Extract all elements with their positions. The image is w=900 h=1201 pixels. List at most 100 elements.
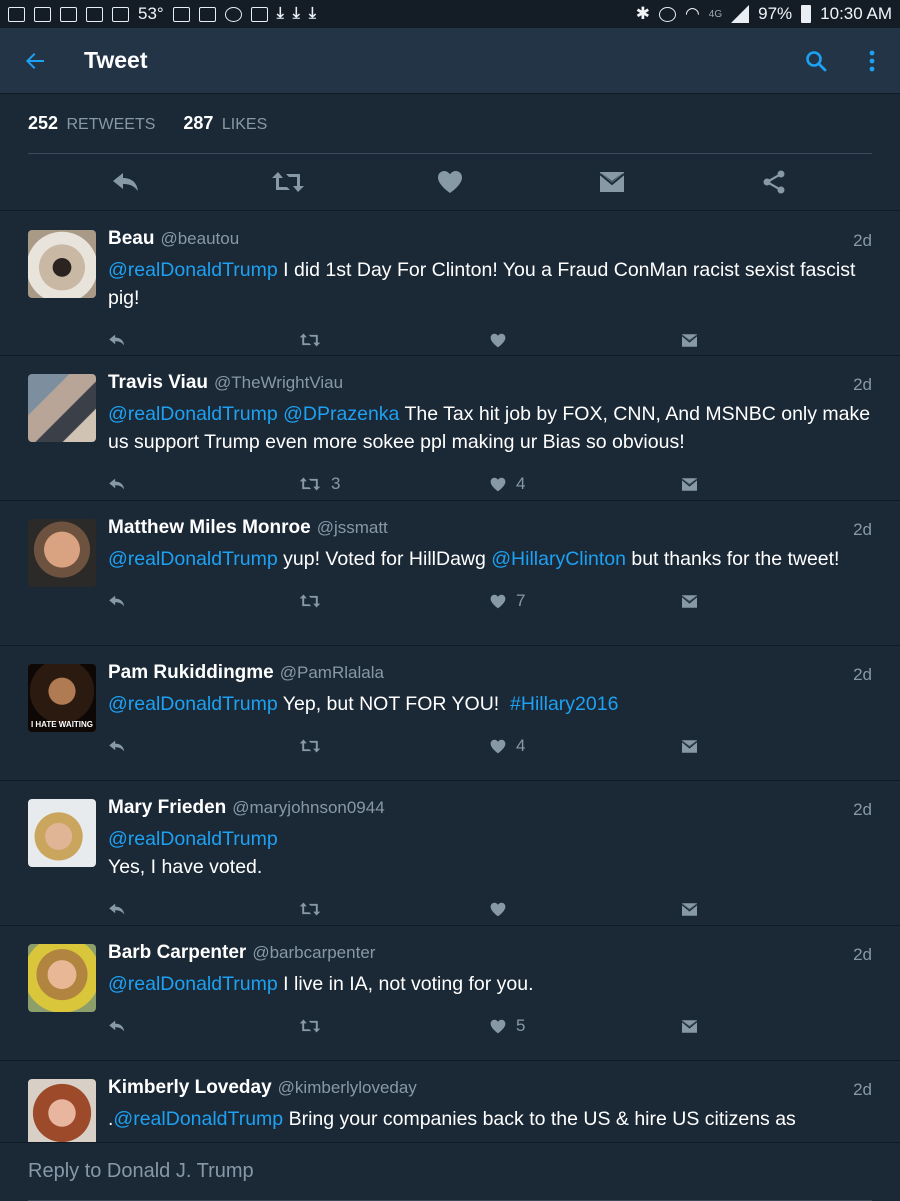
- like-button[interactable]: [430, 162, 470, 202]
- author-name[interactable]: Travis Viau: [108, 372, 208, 394]
- mention-link-2[interactable]: @HillaryClinton: [491, 548, 626, 570]
- reply-item[interactable]: Barb Carpenter @barbcarpenter @realDonal…: [0, 926, 900, 1061]
- retweets-stat[interactable]: 252 RETWEETS: [28, 113, 155, 134]
- reply-input[interactable]: Reply to Donald J. Trump: [28, 1143, 872, 1201]
- status-bar: 53° ⤓ ⤓ ⤓ ✱ ◠ 4G 97% 10:30 AM: [0, 0, 900, 28]
- timestamp: 2d: [853, 945, 872, 964]
- like-button[interactable]: 4: [490, 736, 681, 756]
- timestamp: 2d: [853, 375, 872, 394]
- reply-body-text: I live in IA, not voting for you.: [277, 973, 534, 995]
- message-button[interactable]: [681, 739, 872, 754]
- author-handle[interactable]: @TheWrightViau: [214, 373, 343, 393]
- reply-icon: [109, 595, 125, 607]
- more-vertical-icon: [869, 50, 875, 71]
- avatar[interactable]: [28, 230, 96, 298]
- retweet-icon: [299, 594, 321, 608]
- like-button[interactable]: 4: [490, 474, 681, 494]
- like-button[interactable]: 7: [490, 591, 681, 611]
- reply-item[interactable]: Beau @beautou @realDonaldTrump I did 1st…: [0, 212, 900, 356]
- avatar[interactable]: [28, 519, 96, 587]
- timestamp: 2d: [853, 800, 872, 819]
- reply-item[interactable]: Matthew Miles Monroe @jssmatt @realDonal…: [0, 501, 900, 646]
- reply-item[interactable]: I HATE WAITING Pam Rukiddingme @PamRlala…: [0, 646, 900, 781]
- author-handle[interactable]: @PamRlalala: [280, 663, 384, 683]
- hashtag-link[interactable]: #Hillary2016: [510, 693, 618, 715]
- reply-body-text: yup! Voted for HillDawg: [277, 548, 492, 570]
- broom-icon: [60, 6, 77, 22]
- like-count: 5: [516, 1016, 526, 1035]
- overflow-menu-button[interactable]: [844, 28, 900, 94]
- avatar[interactable]: [28, 374, 96, 442]
- avatar[interactable]: [28, 1079, 96, 1142]
- message-button[interactable]: [681, 902, 872, 917]
- retweet-button[interactable]: [299, 738, 490, 754]
- like-icon: [490, 477, 506, 491]
- author-name[interactable]: Matthew Miles Monroe: [108, 517, 311, 539]
- direct-message-button[interactable]: [592, 162, 632, 202]
- author-name[interactable]: Pam Rukiddingme: [108, 662, 274, 684]
- reply-button[interactable]: [106, 162, 146, 202]
- author-handle[interactable]: @jssmatt: [317, 518, 388, 538]
- page-title: Tweet: [84, 47, 148, 73]
- reply-button[interactable]: [108, 332, 299, 348]
- like-button[interactable]: [490, 902, 681, 917]
- retweet-button[interactable]: [299, 1018, 490, 1034]
- reply-actions: 4: [108, 718, 872, 774]
- mention-link[interactable]: @realDonaldTrump: [108, 259, 278, 281]
- reply-item[interactable]: Mary Frieden @maryjohnson0944 @realDonal…: [0, 781, 900, 926]
- author-handle[interactable]: @maryjohnson0944: [232, 798, 384, 818]
- author-name[interactable]: Kimberly Loveday: [108, 1077, 272, 1099]
- share-button[interactable]: [754, 162, 794, 202]
- reply-button[interactable]: [108, 738, 299, 754]
- avatar[interactable]: I HATE WAITING: [28, 664, 96, 732]
- reply-icon: [109, 478, 125, 490]
- author-name[interactable]: Barb Carpenter: [108, 942, 246, 964]
- retweet-button[interactable]: [299, 901, 490, 917]
- avatar[interactable]: [28, 799, 96, 867]
- like-button[interactable]: 5: [490, 1016, 681, 1036]
- download-icon: ⤓: [276, 5, 284, 22]
- like-icon: [438, 171, 462, 193]
- message-button[interactable]: [681, 594, 872, 609]
- message-button[interactable]: [681, 1019, 872, 1034]
- author-handle[interactable]: @barbcarpenter: [252, 943, 375, 963]
- reply-icon: [109, 1020, 125, 1032]
- mention-link[interactable]: @realDonaldTrump: [108, 548, 278, 570]
- back-button[interactable]: [0, 28, 70, 94]
- reply-item[interactable]: Kimberly Loveday @kimberlyloveday .@real…: [0, 1061, 900, 1142]
- like-icon: [490, 1019, 506, 1033]
- mention-link[interactable]: @realDonaldTrump: [113, 1108, 283, 1130]
- notification-icons: 53° ⤓ ⤓ ⤓: [8, 4, 316, 24]
- mention-link[interactable]: @realDonaldTrump: [108, 693, 278, 715]
- likes-stat[interactable]: 287 LIKES: [183, 113, 267, 134]
- like-button[interactable]: [490, 333, 681, 348]
- reply-button[interactable]: [108, 476, 299, 492]
- message-button[interactable]: [681, 333, 872, 348]
- retweet-button[interactable]: [268, 162, 308, 202]
- system-icons: ✱ ◠ 4G 97% 10:30 AM: [636, 4, 892, 24]
- reply-item[interactable]: Travis Viau @TheWrightViau @realDonaldTr…: [0, 356, 900, 501]
- author-name[interactable]: Beau: [108, 228, 154, 250]
- search-button[interactable]: [788, 28, 844, 94]
- retweet-button[interactable]: [299, 593, 490, 609]
- reply-button[interactable]: [108, 593, 299, 609]
- author-name[interactable]: Mary Frieden: [108, 797, 226, 819]
- reply-button[interactable]: [108, 1018, 299, 1034]
- retweets-label: RETWEETS: [66, 116, 156, 133]
- message-button[interactable]: [681, 477, 872, 492]
- like-icon: [490, 333, 506, 347]
- download-icon-3: ⤓: [308, 5, 316, 22]
- like-count: 4: [516, 736, 526, 755]
- avatar[interactable]: [28, 944, 96, 1012]
- retweet-button[interactable]: [299, 332, 490, 348]
- share-icon: [763, 170, 785, 194]
- mention-link[interactable]: @realDonaldTrump: [108, 828, 278, 850]
- retweet-icon: [299, 1019, 321, 1033]
- author-handle[interactable]: @beautou: [160, 229, 239, 249]
- author-handle[interactable]: @kimberlyloveday: [278, 1078, 417, 1098]
- mention-link[interactable]: @realDonaldTrump @DPrazenka: [108, 403, 399, 425]
- retweet-button[interactable]: 3: [299, 474, 490, 494]
- mention-link[interactable]: @realDonaldTrump: [108, 973, 278, 995]
- app-notification-icon: [8, 6, 25, 22]
- reply-button[interactable]: [108, 901, 299, 917]
